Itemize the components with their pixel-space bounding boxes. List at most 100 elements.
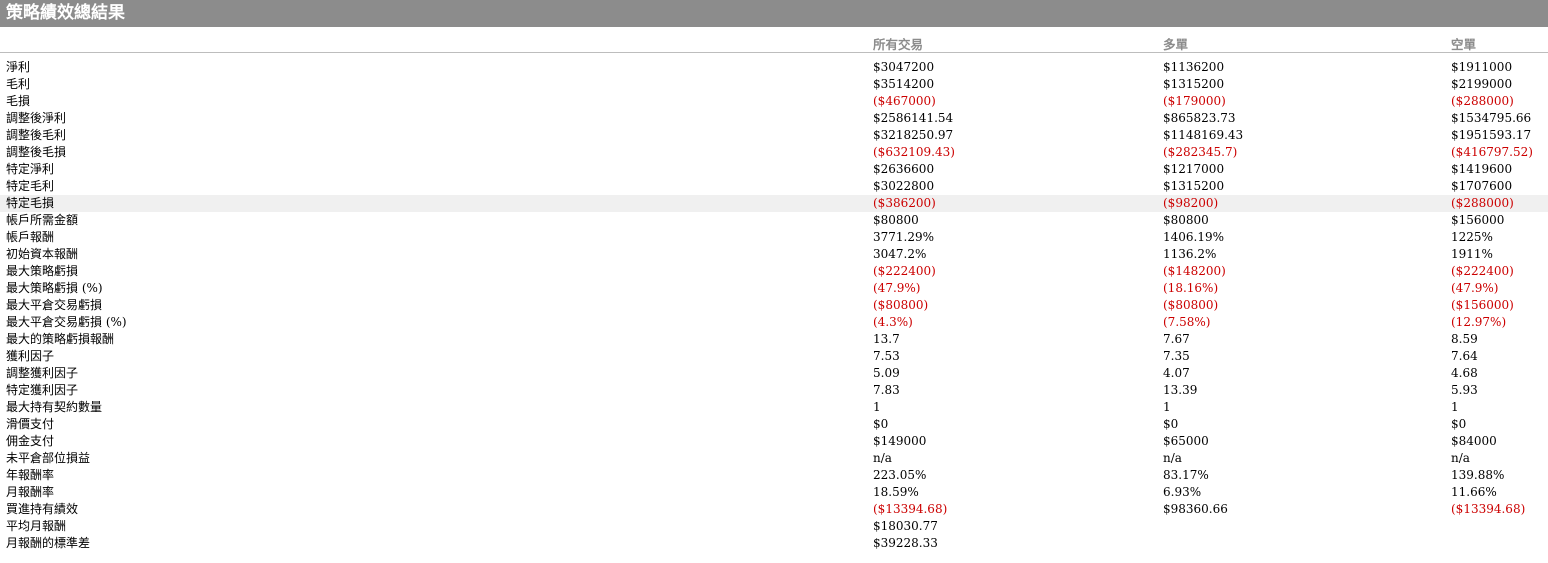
value-all-trades: $3218250.97 xyxy=(873,128,954,142)
table-row: 初始資本報酬 3047.2% 1136.2% 1911% xyxy=(0,246,1548,263)
value-all-trades: n/a xyxy=(873,451,892,465)
row-label: 調整獲利因子 xyxy=(6,366,79,380)
row-label: 最大策略虧損 xyxy=(6,264,79,278)
value-short: 139.88% xyxy=(1451,468,1505,482)
value-all-trades: ($80800) xyxy=(873,298,929,312)
column-header-row: 所有交易 多單 空單 xyxy=(0,30,1548,53)
row-label: 最大平倉交易虧損 xyxy=(6,298,103,312)
table-row: 最大策略虧損 ($222400) ($148200) ($222400) xyxy=(0,263,1548,280)
column-header-short: 空單 xyxy=(1451,37,1477,52)
value-short: ($288000) xyxy=(1451,196,1514,210)
value-long: $1315200 xyxy=(1163,77,1225,91)
value-all-trades: $2636600 xyxy=(873,162,935,176)
table-row: 毛利 $3514200 $1315200 $2199000 xyxy=(0,76,1548,93)
value-all-trades: $0 xyxy=(873,417,889,431)
row-label: 滑價支付 xyxy=(6,417,55,431)
row-label: 帳戶所需金額 xyxy=(6,213,79,227)
column-header-all-trades: 所有交易 xyxy=(873,37,924,52)
value-short: 4.68 xyxy=(1451,366,1478,380)
value-long: ($98200) xyxy=(1163,196,1219,210)
value-long: 1 xyxy=(1163,400,1171,414)
row-label: 特定毛利 xyxy=(6,179,55,193)
value-short: (47.9%) xyxy=(1451,281,1499,295)
value-long: $1217000 xyxy=(1163,162,1225,176)
row-label: 特定獲利因子 xyxy=(6,383,79,397)
value-long: ($282345.7) xyxy=(1163,145,1238,159)
table-row: 特定毛損 ($386200) ($98200) ($288000) xyxy=(0,195,1548,212)
value-short: ($288000) xyxy=(1451,94,1514,108)
table-row: 月報酬率 18.59% 6.93% 11.66% xyxy=(0,484,1548,501)
value-all-trades: 5.09 xyxy=(873,366,900,380)
value-long: $865823.73 xyxy=(1163,111,1236,125)
table-row: 調整後毛損 ($632109.43) ($282345.7) ($416797.52) xyxy=(0,144,1548,161)
row-label: 最大平倉交易虧損 (%) xyxy=(6,315,127,329)
value-short: $1534795.66 xyxy=(1451,111,1532,125)
value-long: 7.35 xyxy=(1163,349,1190,363)
value-all-trades: $18030.77 xyxy=(873,519,938,533)
row-label: 特定淨利 xyxy=(6,162,55,176)
value-all-trades: 3771.29% xyxy=(873,230,935,244)
row-label: 初始資本報酬 xyxy=(6,247,79,261)
table-row: 年報酬率 223.05% 83.17% 139.88% xyxy=(0,467,1548,484)
value-short: $1419600 xyxy=(1451,162,1513,176)
value-long: (7.58%) xyxy=(1163,315,1211,329)
value-all-trades: $3047200 xyxy=(873,60,935,74)
row-label: 月報酬的標準差 xyxy=(6,536,91,550)
value-long: ($179000) xyxy=(1163,94,1226,108)
value-long: $1315200 xyxy=(1163,179,1225,193)
value-long: 6.93% xyxy=(1163,485,1202,499)
value-long: 13.39 xyxy=(1163,383,1198,397)
table-row: 最大平倉交易虧損 ($80800) ($80800) ($156000) xyxy=(0,297,1548,314)
row-label: 毛利 xyxy=(6,77,31,91)
value-all-trades: $80800 xyxy=(873,213,919,227)
value-all-trades: $149000 xyxy=(873,434,927,448)
value-all-trades: 18.59% xyxy=(873,485,919,499)
table-row: 調整後毛利 $3218250.97 $1148169.43 $1951593.17 xyxy=(0,127,1548,144)
row-label: 佣金支付 xyxy=(6,434,55,448)
row-label: 特定毛損 xyxy=(6,196,55,210)
row-label: 調整後毛損 xyxy=(6,145,67,159)
row-label: 最大策略虧損 (%) xyxy=(6,281,103,295)
value-short: 1911% xyxy=(1451,247,1493,261)
row-label: 年報酬率 xyxy=(6,468,55,482)
row-label: 帳戶報酬 xyxy=(6,230,55,244)
value-long: $0 xyxy=(1163,417,1179,431)
value-long: 7.67 xyxy=(1163,332,1190,346)
value-long: $80800 xyxy=(1163,213,1209,227)
value-long: 83.17% xyxy=(1163,468,1209,482)
value-all-trades: $3514200 xyxy=(873,77,935,91)
value-short: 8.59 xyxy=(1451,332,1478,346)
value-long: $98360.66 xyxy=(1163,502,1228,516)
table-row: 最大策略虧損 (%) (47.9%) (18.16%) (47.9%) xyxy=(0,280,1548,297)
row-label: 最大的策略虧損報酬 xyxy=(6,332,115,346)
table-row: 獲利因子 7.53 7.35 7.64 xyxy=(0,348,1548,365)
value-all-trades: 1 xyxy=(873,400,881,414)
row-label: 調整後毛利 xyxy=(6,128,67,142)
table-row: 淨利 $3047200 $1136200 $1911000 xyxy=(0,59,1548,76)
row-label: 最大持有契約數量 xyxy=(6,400,103,414)
value-all-trades: 7.83 xyxy=(873,383,900,397)
row-label: 獲利因子 xyxy=(6,349,55,363)
table-row: 月報酬的標準差 $39228.33 xyxy=(0,535,1548,552)
value-all-trades: ($386200) xyxy=(873,196,936,210)
value-short: $1951593.17 xyxy=(1451,128,1532,142)
value-short: $2199000 xyxy=(1451,77,1513,91)
table-row: 買進持有績效 ($13394.68) $98360.66 ($13394.68) xyxy=(0,501,1548,518)
table-row: 佣金支付 $149000 $65000 $84000 xyxy=(0,433,1548,450)
value-long: n/a xyxy=(1163,451,1182,465)
value-short: 1225% xyxy=(1451,230,1493,244)
value-long: $65000 xyxy=(1163,434,1209,448)
value-short: ($156000) xyxy=(1451,298,1514,312)
table-row: 特定淨利 $2636600 $1217000 $1419600 xyxy=(0,161,1548,178)
value-all-trades: 3047.2% xyxy=(873,247,927,261)
value-all-trades: ($467000) xyxy=(873,94,936,108)
table-row: 滑價支付 $0 $0 $0 xyxy=(0,416,1548,433)
value-long: 4.07 xyxy=(1163,366,1190,380)
value-short: $1707600 xyxy=(1451,179,1513,193)
value-short: n/a xyxy=(1451,451,1470,465)
row-label: 調整後淨利 xyxy=(6,111,67,125)
value-short: 7.64 xyxy=(1451,349,1478,363)
value-long: ($148200) xyxy=(1163,264,1226,278)
value-short: (12.97%) xyxy=(1451,315,1507,329)
table-row: 未平倉部位損益 n/a n/a n/a xyxy=(0,450,1548,467)
